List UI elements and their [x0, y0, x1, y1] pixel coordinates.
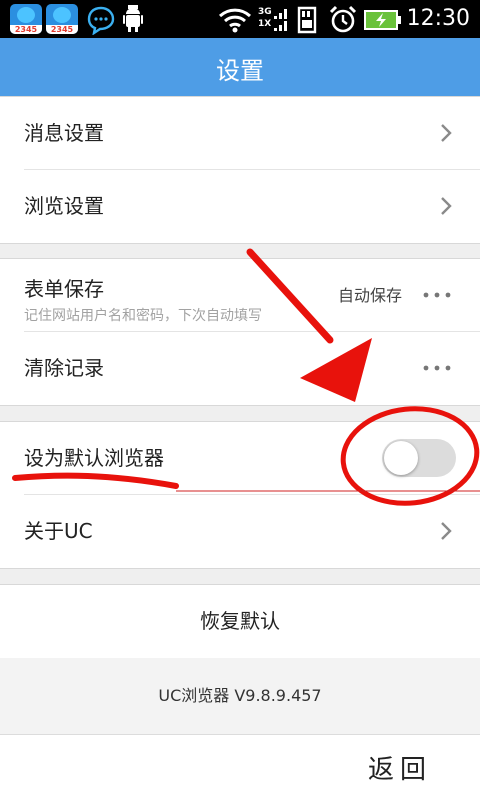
wifi-icon	[218, 8, 252, 33]
back-button[interactable]: 返回	[368, 749, 432, 786]
android-debug-icon	[123, 5, 143, 32]
default-browser-label: 设为默认浏览器	[24, 446, 164, 470]
form-save-label: 表单保存	[24, 277, 104, 301]
navigation-settings-group: 消息设置 浏览设置	[0, 96, 480, 244]
restore-group: 恢复默认	[0, 584, 480, 659]
form-save-description: 记住网站用户名和密码，下次自动填写	[24, 308, 262, 324]
message-settings-item[interactable]: 消息设置	[24, 97, 480, 170]
restore-defaults-button[interactable]: 恢复默认	[0, 585, 480, 658]
clear-records-item[interactable]: 清除记录	[24, 332, 480, 405]
chevron-right-icon	[441, 124, 452, 142]
title-bar: 设置	[0, 38, 480, 104]
chat-bubble-icon	[87, 6, 115, 35]
browse-settings-item[interactable]: 浏览设置	[24, 170, 480, 243]
browser-settings-group: 设为默认浏览器 关于UC	[0, 421, 480, 569]
status-time: 12:30	[406, 6, 470, 31]
page-title: 设置	[216, 57, 264, 85]
more-options-icon[interactable]	[422, 287, 452, 303]
about-uc-label: 关于UC	[24, 519, 93, 543]
default-browser-item[interactable]: 设为默认浏览器	[24, 422, 480, 495]
network-type-label: 3G 1X	[258, 7, 272, 29]
version-label: UC浏览器 V9.8.9.457	[0, 658, 480, 734]
battery-charging-icon	[364, 10, 401, 30]
notification-app-icon: 2345	[46, 4, 78, 34]
default-browser-toggle[interactable]	[382, 439, 456, 477]
form-save-value: 自动保存	[337, 286, 402, 305]
privacy-settings-group: 表单保存 记住网站用户名和密码，下次自动填写 自动保存 清除记录	[0, 258, 480, 406]
bottom-bar: 返回	[0, 734, 480, 800]
chevron-right-icon	[441, 522, 452, 540]
notification-app-icon: 2345	[10, 4, 42, 34]
browse-settings-label: 浏览设置	[24, 194, 104, 218]
about-uc-item[interactable]: 关于UC	[24, 495, 480, 568]
sd-card-icon	[297, 6, 317, 34]
status-bar: 2345 2345 3G 1X 12:30	[0, 0, 480, 38]
clear-records-label: 清除记录	[24, 356, 104, 380]
alarm-clock-icon	[329, 5, 357, 33]
more-options-icon[interactable]	[422, 360, 452, 376]
chevron-right-icon	[441, 197, 452, 215]
message-settings-label: 消息设置	[24, 121, 104, 145]
form-save-item[interactable]: 表单保存 记住网站用户名和密码，下次自动填写 自动保存	[24, 259, 480, 332]
toggle-knob	[384, 441, 418, 475]
signal-strength-icon	[274, 9, 287, 31]
